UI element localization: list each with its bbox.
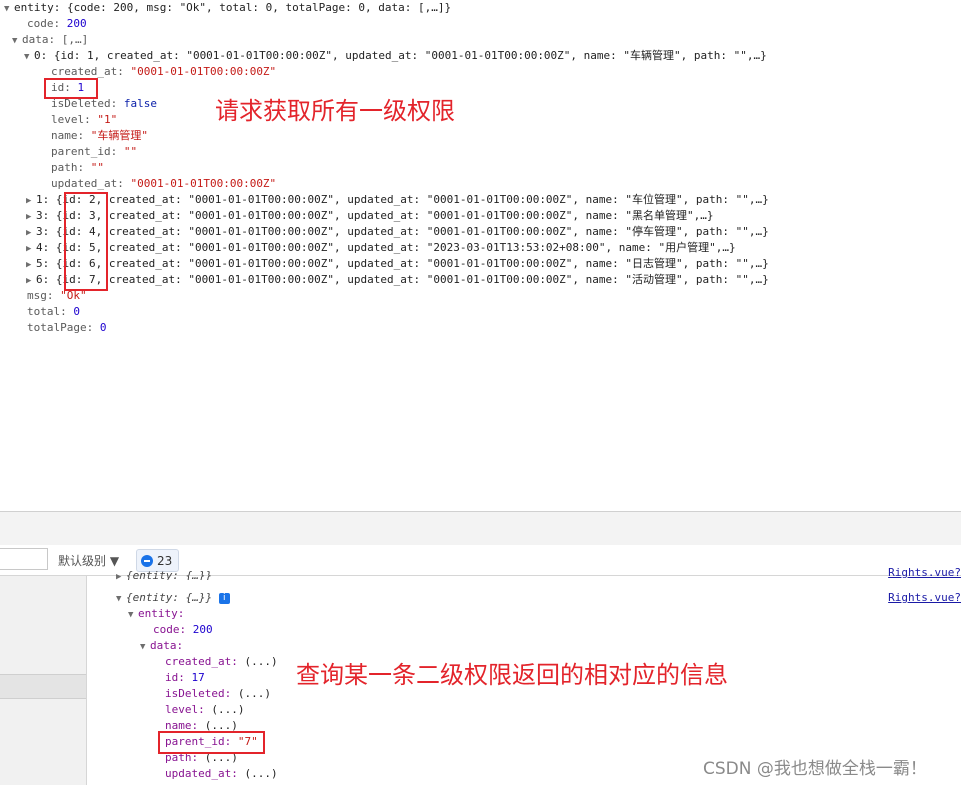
- collapse-triangle-icon[interactable]: ▶: [26, 241, 36, 257]
- field-name: name: "车辆管理": [51, 129, 148, 142]
- info-icon[interactable]: i: [218, 592, 230, 604]
- data-field[interactable]: updated_at: (...): [165, 766, 278, 782]
- entity-node[interactable]: ▼ entity:: [128, 606, 184, 622]
- item-row[interactable]: ▶ 3: {id: 3, created_at: "0001-01-01T00:0…: [26, 208, 714, 224]
- expanded-log-entry[interactable]: ▼ {entity: {…}} i: [116, 590, 230, 606]
- highlight-box-parent-id: [158, 731, 265, 754]
- collapse-triangle-icon[interactable]: ▶: [26, 193, 36, 209]
- item-row[interactable]: ▶ 5: {id: 6, created_at: "0001-01-01T00:0…: [26, 256, 769, 272]
- collapse-triangle-icon[interactable]: ▶: [26, 225, 36, 241]
- data-field: id: 17: [165, 671, 205, 684]
- data-node[interactable]: ▼ data:: [140, 638, 183, 654]
- code-row: code: 200: [27, 17, 87, 30]
- data-row[interactable]: ▼ data: [,…]: [12, 32, 88, 48]
- field-updated-at: updated_at: "0001-01-01T00:00:00Z": [51, 177, 277, 190]
- collapse-triangle-icon[interactable]: ▶: [26, 273, 36, 289]
- item-0-row[interactable]: ▼ 0: {id: 1, created_at: "0001-01-01T00:0…: [24, 48, 767, 64]
- expand-triangle-icon[interactable]: ▼: [4, 1, 14, 17]
- code-node: code: 200: [153, 623, 213, 636]
- expand-triangle-icon: ▼: [140, 642, 146, 652]
- devtools-drawer-header: [0, 511, 961, 546]
- expand-triangle-icon: ▼: [128, 610, 134, 620]
- field-level: level: "1": [51, 113, 118, 126]
- source-link[interactable]: Rights.vue?: [888, 590, 961, 606]
- collapse-triangle-icon: ▶: [116, 572, 122, 580]
- filter-input[interactable]: [0, 548, 48, 570]
- item-row[interactable]: ▶ 1: {id: 2, created_at: "0001-01-01T00:0…: [26, 192, 769, 208]
- data-field[interactable]: created_at: (...): [165, 654, 278, 670]
- issues-count: 23: [157, 553, 173, 568]
- highlight-box-id: [44, 78, 98, 99]
- data-field[interactable]: isDeleted: (...): [165, 686, 271, 702]
- source-link[interactable]: Rights.vue?: [888, 567, 961, 579]
- expand-triangle-icon: ▼: [116, 594, 122, 604]
- expand-triangle-icon[interactable]: ▼: [12, 33, 22, 49]
- highlight-box-ids: [64, 192, 108, 291]
- item-row[interactable]: ▶ 4: {id: 5, created_at: "0001-01-01T00:0…: [26, 240, 736, 256]
- annotation-second: 查询某一条二级权限返回的相对应的信息: [296, 661, 728, 689]
- item-row[interactable]: ▶ 6: {id: 7, created_at: "0001-01-01T00:0…: [26, 272, 769, 288]
- entity-row[interactable]: ▼ entity: {code: 200, msg: "Ok", total: 0…: [4, 0, 451, 16]
- annotation-first: 请求获取所有一级权限: [215, 97, 455, 125]
- field-path: path: "": [51, 161, 104, 174]
- issues-icon: [141, 554, 153, 567]
- total-row: total: 0: [27, 305, 80, 318]
- console-sidebar-selected-item[interactable]: [0, 674, 86, 699]
- collapsed-log-entry[interactable]: ▶ {entity: {…}}: [116, 568, 212, 580]
- watermark: CSDN @我也想做全栈一霸！: [703, 759, 927, 779]
- expand-triangle-icon[interactable]: ▼: [24, 49, 34, 65]
- log-level-select[interactable]: 默认级别 ▼: [58, 552, 119, 569]
- total-page-row: totalPage: 0: [27, 321, 107, 334]
- collapse-triangle-icon[interactable]: ▶: [26, 209, 36, 225]
- item-row[interactable]: ▶ 3: {id: 4, created_at: "0001-01-01T00:0…: [26, 224, 769, 240]
- collapse-triangle-icon[interactable]: ▶: [26, 257, 36, 273]
- field-parent-id: parent_id: "": [51, 145, 138, 158]
- data-field[interactable]: level: (...): [165, 702, 245, 718]
